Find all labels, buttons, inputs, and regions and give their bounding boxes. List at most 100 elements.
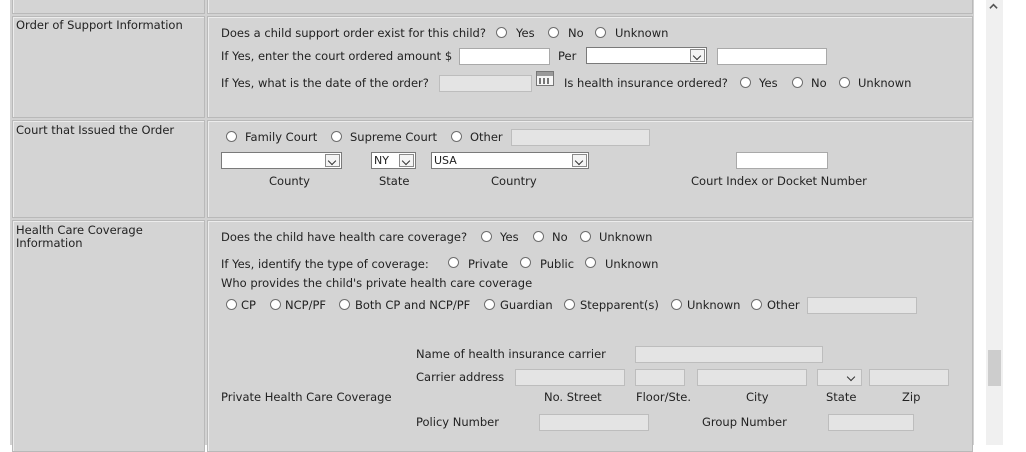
state-caption-carrier: State	[826, 390, 857, 404]
policy-number-input[interactable]	[539, 414, 649, 431]
coverage-unknown-label: Unknown	[605, 257, 659, 271]
city-caption: City	[746, 390, 769, 404]
county-select[interactable]	[221, 152, 342, 169]
provider-other-radio[interactable]	[751, 299, 762, 310]
other-court-radio[interactable]	[451, 131, 462, 142]
carrier-address-label: Carrier address	[416, 370, 505, 384]
order-exists-yes-label: Yes	[516, 26, 535, 40]
provider-ncp-label: NCP/PF	[285, 298, 326, 312]
carrier-name-label: Name of health insurance carrier	[416, 347, 606, 361]
docket-number-input[interactable]	[736, 152, 828, 169]
health-ordered-unknown-label: Unknown	[858, 76, 912, 90]
provider-other-label: Other	[767, 298, 800, 312]
has-coverage-unknown-radio[interactable]	[580, 231, 591, 242]
provider-both-label: Both CP and NCP/PF	[355, 298, 471, 312]
has-coverage-no-label: No	[552, 230, 568, 244]
carrier-street-input[interactable]	[515, 369, 625, 386]
calendar-icon[interactable]	[536, 71, 554, 86]
health-ordered-yes-radio[interactable]	[740, 77, 751, 88]
vertical-scrollbar[interactable]	[986, 0, 1003, 445]
court-title: Court that Issued the Order	[16, 123, 175, 137]
scrollbar-thumb[interactable]	[988, 350, 1001, 386]
group-number-input[interactable]	[828, 414, 914, 431]
group-number-label: Group Number	[702, 415, 787, 429]
prev-section-label-cell	[12, 0, 205, 14]
has-coverage-yes-radio[interactable]	[481, 231, 492, 242]
floor-caption: Floor/Ste.	[636, 390, 692, 404]
family-court-label: Family Court	[245, 130, 318, 144]
supreme-court-radio[interactable]	[331, 131, 342, 142]
amount-input[interactable]	[459, 48, 550, 65]
docket-caption: Court Index or Docket Number	[691, 174, 867, 188]
order-date-input[interactable]	[439, 75, 532, 92]
provider-ncp-radio[interactable]	[270, 299, 281, 310]
supreme-court-label: Supreme Court	[350, 130, 437, 144]
coverage-type-question: If Yes, identify the type of coverage:	[221, 257, 429, 271]
provider-other-input[interactable]	[807, 297, 917, 314]
coverage-public-label: Public	[540, 257, 575, 271]
order-exists-unknown-label: Unknown	[615, 26, 669, 40]
carrier-zip-input[interactable]	[869, 369, 949, 386]
health-ordered-question: Is health insurance ordered?	[564, 76, 728, 90]
has-coverage-unknown-label: Unknown	[599, 230, 653, 244]
health-care-label-cell	[12, 220, 205, 452]
zip-caption: Zip	[902, 390, 921, 404]
carrier-floor-input[interactable]	[635, 369, 685, 386]
state-select-value: NY	[374, 154, 389, 167]
provider-question: Who provides the child's private health …	[221, 276, 533, 290]
amount-question: If Yes, enter the court ordered amount $	[221, 49, 453, 63]
coverage-public-radio[interactable]	[520, 257, 531, 268]
coverage-unknown-radio[interactable]	[585, 257, 596, 268]
health-ordered-no-label: No	[811, 76, 827, 90]
other-court-label: Other	[470, 130, 503, 144]
provider-cp-label: CP	[241, 298, 256, 312]
order-exists-yes-radio[interactable]	[496, 27, 507, 38]
provider-both-radio[interactable]	[339, 299, 350, 310]
per-select[interactable]	[586, 47, 707, 64]
health-ordered-yes-label: Yes	[759, 76, 778, 90]
chevron-down-icon	[690, 49, 705, 62]
country-select[interactable]: USA	[431, 152, 589, 169]
family-court-radio[interactable]	[226, 131, 237, 142]
has-coverage-yes-label: Yes	[500, 230, 519, 244]
chevron-down-icon	[572, 154, 587, 167]
chevron-down-icon	[845, 371, 860, 384]
country-caption: Country	[491, 174, 537, 188]
carrier-name-input[interactable]	[635, 346, 823, 363]
private-coverage-label: Private Health Care Coverage	[221, 390, 392, 404]
prev-section-content-cell	[207, 0, 973, 14]
chevron-up-icon[interactable]	[989, 2, 998, 11]
provider-stepparent-radio[interactable]	[564, 299, 575, 310]
order-exists-question: Does a child support order exist for thi…	[221, 26, 486, 40]
provider-stepparent-label: Stepparent(s)	[580, 298, 659, 312]
chevron-down-icon	[325, 154, 340, 167]
policy-number-label: Policy Number	[416, 415, 499, 429]
order-exists-no-radio[interactable]	[548, 27, 559, 38]
has-coverage-no-radio[interactable]	[533, 231, 544, 242]
health-ordered-unknown-radio[interactable]	[839, 77, 850, 88]
provider-unknown-label: Unknown	[687, 298, 741, 312]
provider-guardian-label: Guardian	[500, 298, 553, 312]
order-support-title: Order of Support Information	[16, 18, 183, 32]
country-select-value: USA	[434, 154, 457, 167]
health-ordered-no-radio[interactable]	[792, 77, 803, 88]
street-caption: No. Street	[544, 390, 602, 404]
provider-cp-radio[interactable]	[226, 299, 237, 310]
state-caption: State	[379, 174, 410, 188]
coverage-private-radio[interactable]	[448, 257, 459, 268]
per-other-input[interactable]	[717, 48, 827, 65]
other-court-input[interactable]	[511, 129, 650, 146]
state-select[interactable]: NY	[371, 152, 416, 169]
order-date-question: If Yes, what is the date of the order?	[221, 76, 429, 90]
coverage-private-label: Private	[468, 257, 509, 271]
has-coverage-question: Does the child have health care coverage…	[221, 230, 468, 244]
carrier-state-select[interactable]	[817, 369, 862, 386]
order-exists-unknown-radio[interactable]	[595, 27, 606, 38]
health-care-title-line2: Information	[16, 236, 83, 250]
carrier-city-input[interactable]	[697, 369, 807, 386]
county-caption: County	[269, 174, 310, 188]
provider-guardian-radio[interactable]	[484, 299, 495, 310]
provider-unknown-radio[interactable]	[671, 299, 682, 310]
order-exists-no-label: No	[568, 26, 584, 40]
per-label: Per	[558, 49, 577, 63]
